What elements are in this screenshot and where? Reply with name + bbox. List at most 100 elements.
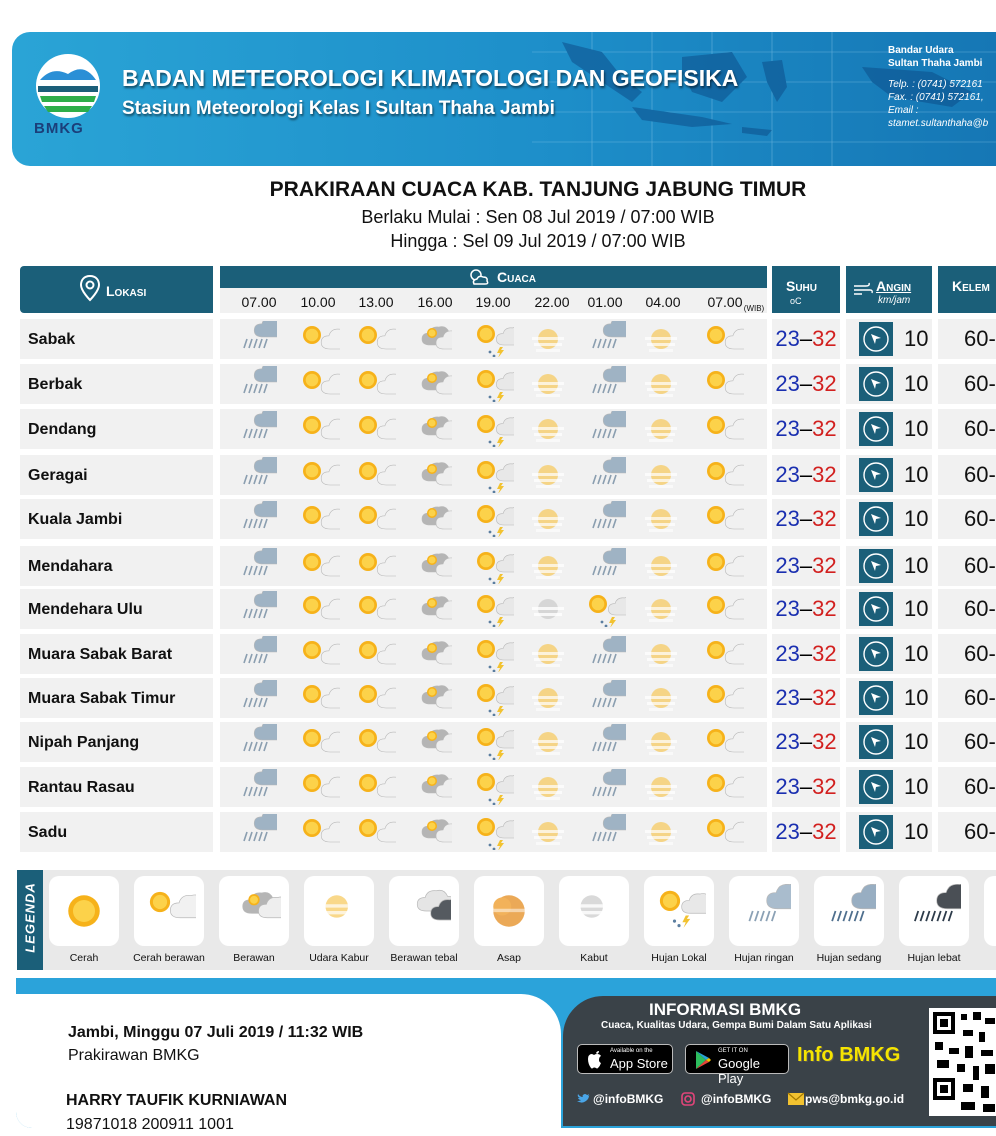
contact-email-label: Email :: [888, 105, 919, 116]
legend-item-box: [474, 876, 544, 946]
compass-icon: [863, 774, 889, 800]
weather-pcloudy-icon: [303, 641, 340, 665]
wind-cell: 10: [846, 499, 932, 539]
bmkg-logo: [36, 54, 100, 118]
location-name: Kuala Jambi: [20, 499, 213, 539]
weather-cells: [220, 364, 767, 404]
weather-cloudy-icon: [421, 819, 452, 843]
weather-haze-icon: [645, 777, 677, 800]
weather-rain-icon: [592, 724, 626, 752]
location-name: Mendahara: [20, 546, 213, 586]
wind-cell: 10: [846, 409, 932, 449]
email-address[interactable]: pws@bmkg.go.id: [805, 1092, 904, 1106]
qr-code[interactable]: [929, 1008, 996, 1116]
weather-haze-icon: [532, 644, 564, 667]
temp-separator: –: [799, 553, 813, 578]
legend-item-label: Hujan sedang: [816, 952, 882, 964]
twitter-handle[interactable]: @infoBMKG: [593, 1092, 663, 1106]
contact-line2: Sultan Thaha Jambi: [888, 58, 983, 69]
smoke-icon: [488, 895, 530, 927]
weather-haze-icon: [532, 329, 564, 352]
legend-item-box: [304, 876, 374, 946]
temp-max: 32: [812, 641, 837, 666]
logo-text: BMKG: [34, 120, 84, 137]
app-store-badge[interactable]: Available on the App Store: [577, 1044, 673, 1074]
weather-lokal-icon: [477, 505, 514, 537]
table-row: Geragai 23–32 10 60-: [20, 455, 996, 495]
info-bmkg-panel: INFORMASI BMKG Cuaca, Kualitas Udara, Ge…: [563, 996, 996, 1126]
forecaster-nip: 19871018 200911 1001: [66, 1116, 234, 1133]
weather-cloudy-icon: [421, 641, 452, 665]
wind-speed: 10: [904, 416, 929, 441]
weather-cells: [220, 767, 767, 807]
info-bmkg-logo: Info BMKG: [797, 1044, 901, 1066]
legend-item-label: Asap: [497, 952, 521, 964]
wind-cell: 10: [846, 722, 932, 762]
weather-haze-icon: [532, 732, 564, 755]
google-play-badge[interactable]: GET IT ON Google Play: [685, 1044, 789, 1086]
light-rain-icon: [748, 884, 791, 922]
compass-icon: [863, 371, 889, 397]
partly-cloudy-icon: [149, 891, 196, 919]
wind-icon: [854, 282, 873, 295]
wind-direction-box: [859, 367, 893, 401]
weather-lokal-icon: [477, 461, 514, 493]
page-title: PRAKIRAAN CUACA KAB. TANJUNG JABUNG TIMU…: [269, 178, 807, 201]
humidity: 60-: [938, 589, 996, 629]
weather-lokal-icon: [477, 415, 514, 447]
temp-max: 32: [812, 371, 837, 396]
time-label-0: 07.00: [241, 294, 277, 310]
contact-email[interactable]: stamet.sultanthaha@b: [888, 117, 988, 130]
temp-max: 32: [812, 416, 837, 441]
wind-direction-box: [859, 549, 893, 583]
weather-pcloudy-icon: [707, 553, 744, 577]
weather-haze-icon: [645, 329, 677, 352]
header-times: 07.00 10.00 13.00 16.00 19.00 22.00 01.00 04.00…: [220, 288, 767, 313]
location-name: Sadu: [20, 812, 213, 852]
forecaster-name: HARRY TAUFIK KURNIAWAN: [66, 1092, 288, 1109]
temperature-range: 23–32: [772, 546, 840, 586]
weather-pcloudy-icon: [359, 641, 396, 665]
weather-rain-icon: [243, 814, 277, 842]
instagram-handle[interactable]: @infoBMKG: [701, 1092, 771, 1106]
weather-pcloudy-icon: [707, 641, 744, 665]
wind-direction-box: [859, 322, 893, 356]
legend-item-label: Kabut: [580, 952, 608, 964]
wind-cell: 10: [846, 812, 932, 852]
fog-icon: [573, 895, 610, 918]
time-label-7: 04.00: [645, 294, 681, 310]
instagram-icon: [681, 1092, 695, 1106]
temp-min: 23: [775, 596, 800, 621]
weather-haze-icon: [645, 688, 677, 711]
weather-cells: [220, 319, 767, 359]
weather-pcloudy-icon: [707, 685, 744, 709]
legend-item-box: [134, 876, 204, 946]
weather-pcloudy-icon: [359, 371, 396, 395]
header-kelembapan: Kelem: [938, 266, 996, 313]
weather-rain-icon: [592, 769, 626, 797]
compass-icon: [863, 416, 889, 442]
humidity: 60-: [938, 722, 996, 762]
wind-cell: 10: [846, 364, 932, 404]
weather-haze-icon: [645, 556, 677, 579]
temperature-range: 23–32: [772, 634, 840, 674]
header-angin-unit: km/jam: [878, 295, 911, 306]
contact-block: Bandar Udara Sultan Thaha Jambi Telp. : …: [888, 44, 988, 130]
wind-speed: 10: [904, 641, 929, 666]
header-angin: Angin km/jam: [846, 266, 932, 313]
table-row: Nipah Panjang 23–32 10 60-: [20, 722, 996, 762]
weather-cells: [220, 409, 767, 449]
temp-separator: –: [799, 685, 813, 710]
weather-cloudy-icon: [421, 506, 452, 530]
weather-haze-icon: [645, 465, 677, 488]
weather-haze-icon: [645, 822, 677, 845]
legend-item-box: [49, 876, 119, 946]
location-name: Dendang: [20, 409, 213, 449]
weather-pcloudy-icon: [359, 729, 396, 753]
wind-direction-box: [859, 592, 893, 626]
header-cuaca-label: Cuaca: [497, 269, 536, 285]
wind-cell: 10: [846, 455, 932, 495]
legend-item-label: Hujan ringan: [734, 952, 794, 964]
weather-rain-icon: [592, 501, 626, 529]
weather-cells: [220, 499, 767, 539]
